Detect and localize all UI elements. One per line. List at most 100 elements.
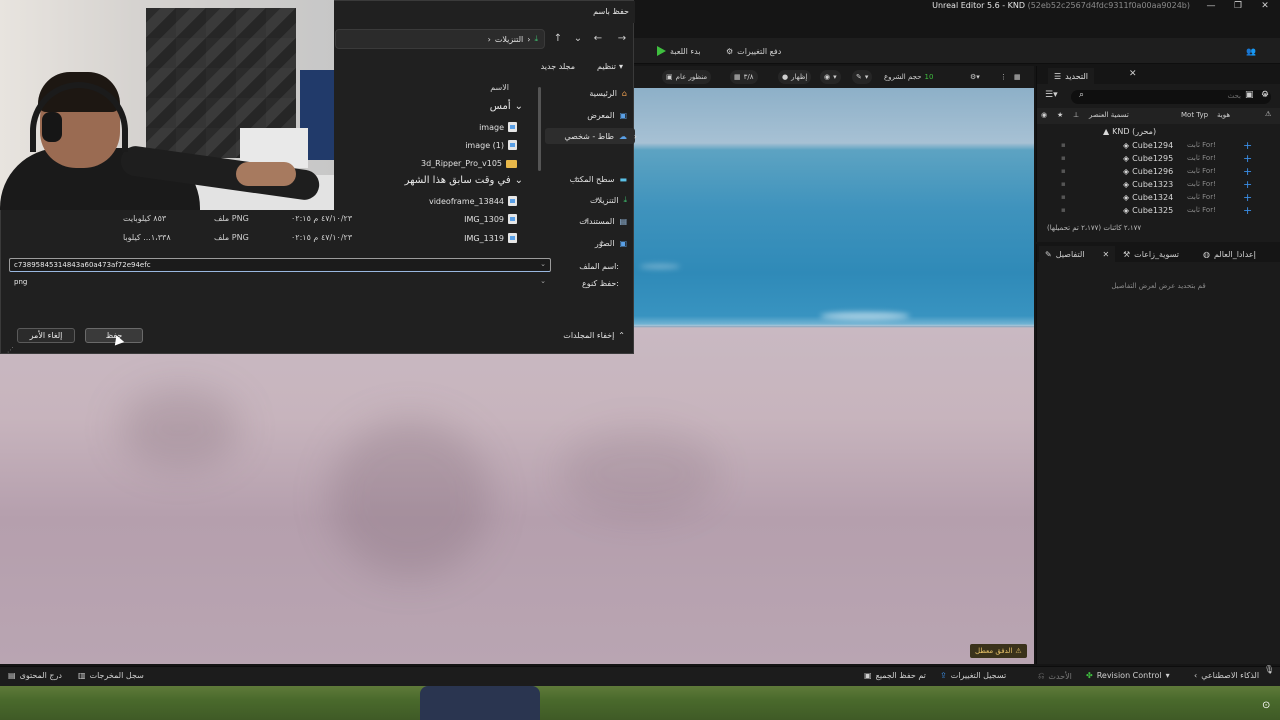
- cancel-button[interactable]: إلغاء الأمر: [17, 328, 75, 343]
- command-bar: تنظيم ▾ مجلد جديد: [335, 59, 635, 77]
- image-file-icon: [508, 233, 517, 243]
- chevron-down-icon[interactable]: ⌄: [540, 260, 546, 268]
- cloud-icon: ☁: [619, 131, 627, 141]
- add-icon[interactable]: +: [1243, 152, 1252, 165]
- add-icon[interactable]: +: [1243, 178, 1252, 191]
- settings-icon[interactable]: ⊙: [1262, 700, 1270, 711]
- star-icon[interactable]: ★: [1057, 111, 1063, 119]
- group-yesterday[interactable]: أمس ⌄: [490, 101, 523, 112]
- save-type-select[interactable]: png ⌄: [9, 275, 551, 289]
- visibility-icon[interactable]: ▪: [1061, 141, 1066, 149]
- mic-icon[interactable]: 🎙: [1264, 665, 1274, 674]
- desktop-icon: ▬: [619, 174, 627, 184]
- save-type-label: حفظ كنوع:: [582, 279, 619, 288]
- visibility-icon[interactable]: ▪: [1061, 180, 1066, 188]
- add-icon[interactable]: +: [1243, 191, 1252, 204]
- breadcrumb-downloads[interactable]: التنزيلات: [495, 35, 523, 44]
- outliner-tabbar: ☰ التحديد ✕: [1037, 66, 1280, 84]
- chevron-down-icon: ▾: [618, 62, 623, 71]
- visibility-icon[interactable]: ▪: [1061, 154, 1066, 162]
- visibility-icon[interactable]: ▪: [1061, 167, 1066, 175]
- forward-arrow-icon[interactable]: ←: [591, 32, 605, 46]
- outliner-row[interactable]: ▪ ◈ Cube1325 ثابت For! +: [1037, 204, 1280, 218]
- tab-world-partition[interactable]: ⚒ تسوية_زاعات: [1117, 246, 1185, 262]
- file-row[interactable]: IMG_1309 ٤٧/١٠/٢٣ م ٠٢:١٥ ملف PNG ٨٥٣ كي…: [1, 211, 535, 227]
- file-row[interactable]: IMG_1319 ٤٧/١٠/٢٣ م ٠٢:١٥ ملف PNG ١،٣٣٨.…: [1, 230, 535, 246]
- add-icon[interactable]: +: [1243, 204, 1252, 217]
- nav-onedrive[interactable]: طاط - شخصي ☁ ›: [545, 128, 637, 144]
- perspective-dropdown[interactable]: ▣ منظور عام: [662, 70, 712, 84]
- add-icon[interactable]: +: [1243, 139, 1252, 152]
- scale-dropdown[interactable]: ▦ ٣/٨: [730, 70, 758, 84]
- play-label: بدء اللعبة: [670, 46, 701, 56]
- revision-control-button[interactable]: ✤ Revision Control ▾: [1086, 671, 1170, 680]
- visibility-icon[interactable]: ▪: [1061, 206, 1066, 214]
- filename-label: اسم الملف:: [579, 262, 619, 271]
- outliner-search-input[interactable]: ⌕ بحث ▾: [1071, 90, 1271, 104]
- outliner-root-row[interactable]: ▲ KND (محرر): [1037, 126, 1280, 139]
- history-icon: ⎌: [1038, 671, 1045, 680]
- upload-icon: ⇪: [940, 671, 947, 680]
- column-name-header[interactable]: الاسم: [490, 83, 509, 92]
- back-arrow-icon[interactable]: →: [615, 32, 629, 46]
- minimize-button[interactable]: —: [1200, 1, 1222, 14]
- visibility-icon[interactable]: ▪: [1061, 193, 1066, 201]
- streaming-warning[interactable]: الدفق معطل ⚠: [970, 644, 1027, 658]
- output-log-button[interactable]: ▥ سجل المخرجات: [78, 671, 144, 680]
- content-drawer-button[interactable]: ▤ درج المحتوى: [8, 671, 62, 680]
- col-type[interactable]: Mot Typ: [1181, 111, 1208, 119]
- filename-input[interactable]: c73895845314843a60a473af72e94efc ⌄: [9, 258, 551, 272]
- play-button[interactable]: بدء اللعبة: [656, 43, 701, 59]
- resize-grip-icon[interactable]: ⋰: [7, 346, 14, 354]
- push-changes-button[interactable]: ⚙ دفع التغييرات: [726, 43, 781, 59]
- more-icon[interactable]: ⋮: [996, 70, 1011, 84]
- image-file-icon: [508, 140, 517, 150]
- up-arrow-icon[interactable]: ↑: [551, 32, 565, 46]
- recent-button[interactable]: ⎌ الأحدث: [1038, 671, 1072, 681]
- realtime-toggle[interactable]: ✎ ▾: [852, 70, 873, 84]
- nav-gallery[interactable]: المعرض ▣: [587, 107, 627, 123]
- col-label[interactable]: تسمية العنصر: [1089, 111, 1129, 119]
- image-file-icon: [508, 196, 517, 206]
- nav-desktop[interactable]: سطح المكتب ▬ ✦: [569, 171, 627, 187]
- folder-icon[interactable]: ▣: [1245, 90, 1254, 100]
- tab-outliner[interactable]: ☰ التحديد: [1047, 68, 1094, 84]
- group-earlier-this-month[interactable]: في وقت سابق هذا الشهر ⌄: [405, 175, 523, 186]
- col-id[interactable]: هوية: [1217, 111, 1230, 119]
- eye-icon[interactable]: ◉: [1041, 111, 1047, 119]
- maximize-button[interactable]: ❐: [1227, 1, 1249, 14]
- new-folder-button[interactable]: مجلد جديد: [541, 62, 575, 71]
- hide-folders-button[interactable]: إخفاء المجلدات ⌃: [563, 331, 625, 340]
- all-saved-label[interactable]: ▣ تم حفظ الجميع: [864, 671, 926, 680]
- world-settings-label: إعدادا_العالم: [1213, 249, 1256, 259]
- filter-icon[interactable]: ☰▾: [1045, 90, 1058, 100]
- layout-icon[interactable]: ▦: [1010, 70, 1025, 84]
- organize-button[interactable]: تنظيم ▾: [597, 62, 623, 71]
- breadcrumb[interactable]: › التنزيلات › ⤓: [488, 34, 538, 44]
- nav-downloads[interactable]: التنزيلات ⤓ ✦: [590, 192, 627, 208]
- mesh-icon: ◈: [1123, 141, 1130, 150]
- history-chevron-icon[interactable]: ⌄: [571, 32, 585, 46]
- snap-size[interactable]: حجم الشروع 10: [880, 70, 937, 84]
- gear-icon[interactable]: ⚙: [1261, 90, 1269, 100]
- visibility-dropdown[interactable]: ◉ ▾: [820, 70, 841, 84]
- users-icon[interactable]: 👥: [1246, 43, 1256, 59]
- tab-details[interactable]: ✎ التفاصيل ✕: [1039, 246, 1116, 262]
- nav-documents[interactable]: المستندات ▤ ✦: [579, 213, 627, 229]
- figure-silhouette: [420, 686, 540, 720]
- close-window-button[interactable]: ✕: [1254, 1, 1276, 14]
- close-tab-icon[interactable]: ✕: [1103, 250, 1110, 259]
- submit-changes-button[interactable]: ⇪ تسجيل التغييرات: [940, 671, 1006, 680]
- mesh-name: ◈ Cube1323: [1123, 180, 1174, 189]
- nav-home[interactable]: الرئيسية ⌂: [589, 85, 627, 101]
- settings-icon[interactable]: ⚙▾: [966, 70, 984, 84]
- tab-world-settings[interactable]: ◍ إعدادا_العالم: [1197, 246, 1262, 262]
- pin-icon[interactable]: ⊥: [1073, 111, 1079, 119]
- ai-button[interactable]: ‹ الذكاء الاصطناعي: [1194, 671, 1259, 680]
- add-icon[interactable]: +: [1243, 165, 1252, 178]
- close-tab-icon[interactable]: ✕: [1129, 69, 1137, 79]
- hide-folders-label: إخفاء المجلدات: [563, 331, 615, 340]
- show-dropdown[interactable]: ● إظهار: [778, 70, 812, 84]
- address-bar[interactable]: › التنزيلات › ⤓: [335, 29, 545, 49]
- nav-pictures[interactable]: الصور ▣ ✦: [595, 235, 627, 251]
